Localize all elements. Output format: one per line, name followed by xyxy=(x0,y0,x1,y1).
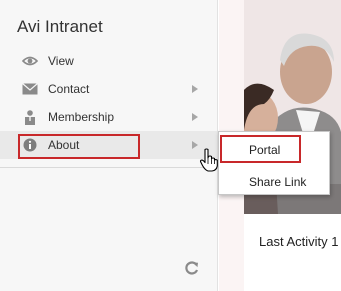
menu-item-contact-label: Contact xyxy=(48,82,90,96)
submenu-item-share-link[interactable]: Share Link xyxy=(219,168,329,194)
about-submenu: Portal Share Link xyxy=(218,131,330,195)
menu-item-about-label: About xyxy=(48,138,80,152)
refresh-icon[interactable] xyxy=(184,260,200,276)
submenu-item-share-link-label: Share Link xyxy=(249,175,307,189)
sidebar-menu: View Contact Membership About xyxy=(0,47,217,159)
hand-cursor-icon xyxy=(199,148,219,172)
chevron-right-icon xyxy=(192,141,198,149)
sidebar-panel: Avi Intranet View Contact Membership Abo… xyxy=(0,0,218,291)
chevron-right-icon xyxy=(192,113,198,121)
menu-item-view[interactable]: View xyxy=(0,47,217,75)
menu-divider xyxy=(0,167,217,168)
last-activity-label: Last Activity 1 xyxy=(259,234,339,249)
portal-highlight-outline xyxy=(220,135,301,163)
person-icon xyxy=(22,109,38,125)
menu-item-membership-label: Membership xyxy=(48,110,115,124)
eye-icon xyxy=(22,54,38,68)
envelope-icon xyxy=(22,82,38,96)
menu-item-contact[interactable]: Contact xyxy=(0,75,217,103)
menu-item-membership[interactable]: Membership xyxy=(0,103,217,131)
menu-item-view-label: View xyxy=(48,54,74,68)
chevron-right-icon xyxy=(192,85,198,93)
panel-title: Avi Intranet xyxy=(17,17,103,36)
menu-item-about[interactable]: About xyxy=(0,131,217,159)
info-icon xyxy=(22,138,38,152)
